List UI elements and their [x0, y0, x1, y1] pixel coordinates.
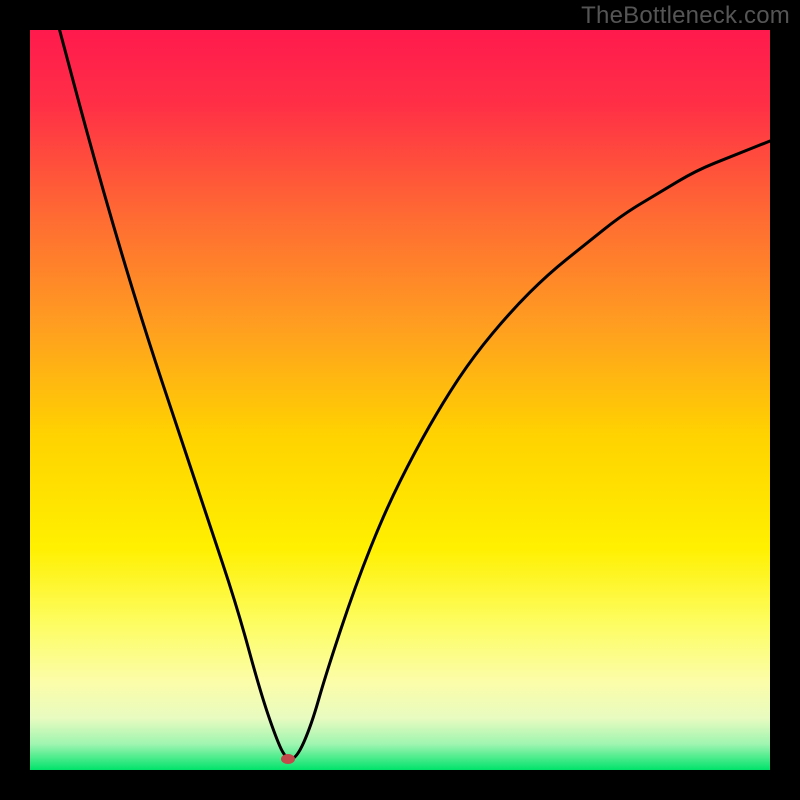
optimal-point-marker	[281, 754, 295, 764]
watermark-text: TheBottleneck.com	[581, 2, 790, 30]
bottleneck-curve	[30, 30, 770, 770]
chart-frame: TheBottleneck.com	[0, 0, 800, 800]
plot-area	[30, 30, 770, 770]
